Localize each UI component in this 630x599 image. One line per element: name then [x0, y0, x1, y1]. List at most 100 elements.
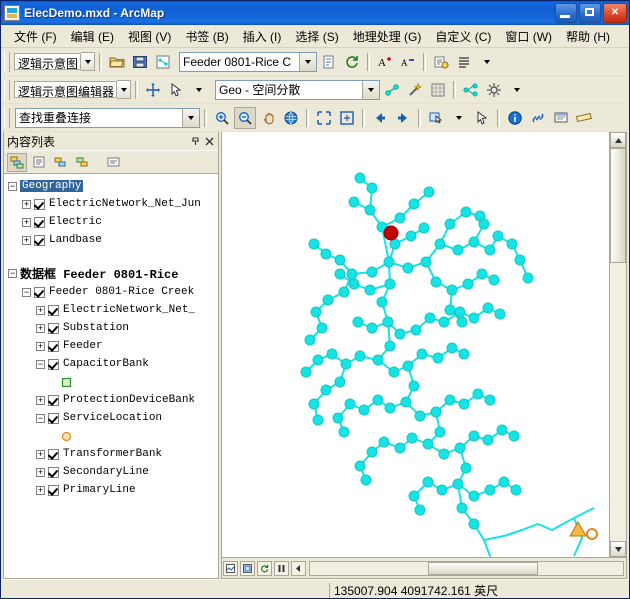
toc-item-primaryline[interactable]: + PrimaryLine — [4, 481, 218, 499]
toc-item-dataframe-feeder-0801-rice[interactable]: − 数据框 Feeder 0801-Rice — [4, 263, 218, 283]
schematic-menu-dropdown[interactable] — [81, 52, 95, 71]
save-icon[interactable] — [129, 51, 151, 73]
find-overlapping-combo[interactable]: 查找重叠连接 — [15, 108, 200, 128]
toolbar-grip-3[interactable] — [4, 108, 10, 128]
select-dropdown-icon[interactable] — [448, 107, 470, 129]
map-vertical-thumb[interactable] — [610, 148, 626, 263]
map-horizontal-thumb[interactable] — [428, 562, 538, 575]
toc-item-electric[interactable]: + Electric — [4, 213, 218, 231]
map-vertical-scrollbar[interactable] — [609, 132, 626, 557]
menu-geoprocessing[interactable]: 地理处理 (G) — [346, 25, 429, 48]
expander-icon[interactable]: + — [36, 306, 45, 315]
toc-item-servicelocation[interactable]: − ServiceLocation — [4, 409, 218, 427]
prev-icon[interactable] — [291, 561, 306, 576]
expander-icon[interactable]: + — [36, 468, 45, 477]
layer-checkbox[interactable] — [48, 449, 59, 460]
expander-icon[interactable]: − — [8, 269, 17, 278]
expander-icon[interactable]: + — [36, 486, 45, 495]
layer-checkbox[interactable] — [48, 413, 59, 424]
menu-file[interactable]: 文件 (F) — [7, 25, 64, 48]
maximize-button[interactable] — [579, 3, 601, 23]
layer-checkbox[interactable] — [48, 467, 59, 478]
toc-item-electricnetwork-net[interactable]: + ElectricNetwork_Net_ — [4, 301, 218, 319]
toc-item-geography[interactable]: − Geography — [4, 177, 218, 195]
expander-icon[interactable]: + — [22, 236, 31, 245]
menu-insert[interactable]: 插入 (I) — [236, 25, 289, 48]
list-by-visibility-icon[interactable] — [51, 153, 71, 172]
settings-icon[interactable] — [483, 79, 505, 101]
find-overlapping-arrow[interactable] — [182, 109, 199, 127]
menu-help[interactable]: 帮助 (H) — [559, 25, 617, 48]
grid-icon[interactable] — [427, 79, 449, 101]
magic-wand-icon[interactable] — [404, 79, 426, 101]
expander-icon[interactable]: + — [36, 450, 45, 459]
clear-selection-icon[interactable] — [471, 107, 493, 129]
layer-checkbox[interactable] — [48, 323, 59, 334]
editor-toolbar-overflow[interactable] — [506, 79, 528, 101]
menu-customize[interactable]: 自定义 (C) — [428, 25, 498, 48]
toc-item-feeder-0801-rice-creek[interactable]: − Feeder 0801-Rice Creek — [4, 283, 218, 301]
fixed-zoom-in-icon[interactable] — [313, 107, 335, 129]
back-arrow-icon[interactable] — [369, 107, 391, 129]
refresh-icon[interactable] — [257, 561, 272, 576]
data-view-icon[interactable] — [223, 561, 238, 576]
layer-checkbox[interactable] — [34, 199, 45, 210]
identify-icon[interactable] — [504, 107, 526, 129]
refresh-icon[interactable] — [341, 51, 363, 73]
schematic-toolbar-overflow[interactable] — [476, 51, 498, 73]
menu-view[interactable]: 视图 (V) — [121, 25, 178, 48]
layout-combo-arrow[interactable] — [362, 81, 379, 99]
list-icon[interactable] — [453, 51, 475, 73]
pointer-icon[interactable] — [165, 79, 187, 101]
expander-icon[interactable]: − — [22, 288, 31, 297]
close-button[interactable]: ✕ — [603, 3, 627, 23]
layer-checkbox[interactable] — [48, 395, 59, 406]
html-popup-icon[interactable] — [550, 107, 572, 129]
toolbar-grip[interactable] — [4, 52, 10, 72]
zoom-in-icon[interactable] — [211, 107, 233, 129]
layer-checkbox[interactable] — [48, 485, 59, 496]
hyperlink-icon[interactable] — [527, 107, 549, 129]
font-decrease-icon[interactable]: A — [397, 51, 419, 73]
toc-tree[interactable]: − Geography + ElectricNetwork_Net_Jun + … — [4, 174, 218, 578]
toc-item-secondaryline[interactable]: + SecondaryLine — [4, 463, 218, 481]
toc-item-landbase[interactable]: + Landbase — [4, 231, 218, 249]
expander-icon[interactable]: + — [22, 200, 31, 209]
layer-checkbox[interactable] — [34, 287, 45, 298]
layer-checkbox[interactable] — [34, 217, 45, 228]
editor-menu-dropdown[interactable] — [117, 80, 131, 99]
map-canvas[interactable] — [222, 132, 626, 557]
pin-icon[interactable] — [188, 134, 202, 148]
editor-menu-label[interactable]: 逻辑示意图编辑器 — [14, 81, 117, 98]
expander-icon[interactable]: + — [22, 218, 31, 227]
toolbar-grip-2[interactable] — [4, 80, 10, 100]
toc-item-substation[interactable]: + Substation — [4, 319, 218, 337]
toc-item-transformerbank[interactable]: + TransformerBank — [4, 445, 218, 463]
full-extent-icon[interactable] — [336, 107, 358, 129]
feeder-combo[interactable]: Feeder 0801-Rice C — [179, 52, 317, 72]
feeder-combo-arrow[interactable] — [299, 53, 316, 71]
pause-icon[interactable] — [274, 561, 289, 576]
layout-combo[interactable]: Geo - 空间分散 — [215, 80, 380, 100]
toc-item-protectiondevicebank[interactable]: + ProtectionDeviceBank — [4, 391, 218, 409]
scroll-down-button[interactable] — [610, 541, 626, 557]
measure-icon[interactable] — [573, 107, 595, 129]
rotate-icon[interactable] — [188, 79, 210, 101]
zoom-out-icon[interactable] — [234, 107, 256, 129]
expander-icon[interactable]: + — [36, 324, 45, 333]
menu-selection[interactable]: 选择 (S) — [288, 25, 345, 48]
layer-checkbox[interactable] — [34, 235, 45, 246]
new-diagram-icon[interactable] — [318, 51, 340, 73]
move-icon[interactable] — [142, 79, 164, 101]
link-icon[interactable] — [381, 79, 403, 101]
forward-arrow-icon[interactable] — [392, 107, 414, 129]
select-features-icon[interactable] — [425, 107, 447, 129]
layer-checkbox[interactable] — [48, 359, 59, 370]
expander-icon[interactable]: + — [36, 396, 45, 405]
expander-icon[interactable]: − — [36, 414, 45, 423]
schematic-menu-label[interactable]: 逻辑示意图 — [14, 53, 81, 70]
expander-icon[interactable]: − — [36, 360, 45, 369]
options-icon[interactable] — [103, 153, 123, 172]
minimize-button[interactable] — [555, 3, 577, 23]
menu-window[interactable]: 窗口 (W) — [498, 25, 559, 48]
